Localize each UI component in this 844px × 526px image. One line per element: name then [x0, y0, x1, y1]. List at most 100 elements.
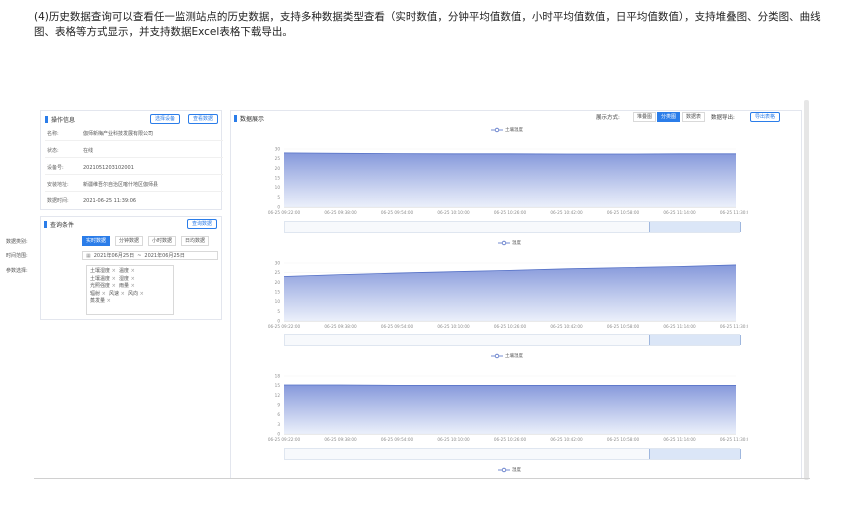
operation-info-title-text: 操作信息: [51, 117, 76, 124]
x-tick-label: 06-25 09:38:00: [324, 210, 357, 215]
chart-2-zoom-slider[interactable]: [284, 334, 741, 346]
x-tick-label: 06-25 10:58:00: [607, 210, 640, 215]
chart-3-zoom-slider[interactable]: [284, 448, 741, 460]
info-status-value: 在线: [83, 148, 94, 154]
info-status-row: 状态: 在线: [47, 147, 93, 154]
calendar-icon: ▦: [86, 252, 91, 259]
query-data-button[interactable]: 查询数据: [187, 219, 218, 229]
divider: [45, 191, 223, 192]
date-to-value: 2021年06月25日: [144, 253, 185, 259]
y-tick-label: 15: [275, 290, 281, 295]
x-tick-label: 06-25 09:54:00: [381, 324, 414, 329]
y-tick-label: 0: [277, 319, 280, 324]
info-time-row: 数据时间: 2021-06-25 11:39:06: [47, 197, 136, 204]
chart-3-plot: 0 3 6 9 12 15 18 06-25 09:22:00 06-25 09:38:00 06…: [268, 374, 748, 443]
remove-tag-icon[interactable]: ×: [112, 268, 116, 274]
mode-table-tab[interactable]: 数据表: [682, 112, 706, 122]
param-tag: 湿度: [119, 275, 130, 282]
y-tick-label: 10: [275, 299, 281, 304]
remove-tag-icon[interactable]: ×: [102, 291, 106, 297]
series-area: [284, 152, 736, 207]
x-tick-label: 06-25 10:10:00: [437, 210, 470, 215]
mode-category-tab[interactable]: 分类图: [657, 112, 681, 122]
zoom-selection-handle[interactable]: [649, 449, 741, 459]
legend-marker-icon: [498, 467, 510, 473]
title-marker-icon: [44, 221, 47, 228]
legend-marker-icon: [491, 127, 503, 133]
operation-info-panel: 操作信息 选择设备 查看数据 名称: 伽师新梅产业科技发展有限公司 状态: 在线 设…: [40, 110, 223, 210]
divider: [45, 174, 223, 175]
info-device-value: 2021051203102001: [83, 165, 134, 171]
info-device-key: 设备号:: [47, 165, 64, 171]
x-tick-label: 06-25 10:26:00: [494, 210, 527, 215]
param-tag: 土壤温度: [90, 275, 111, 282]
title-marker-icon: [45, 116, 48, 123]
x-tick-label: 06-25 10:26:00: [494, 437, 527, 442]
y-tick-label: 3: [277, 422, 280, 427]
x-tick-label: 06-25 10:42:00: [550, 437, 583, 442]
remove-tag-icon[interactable]: ×: [112, 283, 116, 289]
chart-2-plot: 0 5 10 15 20 25 30 06-25 09:22:00 06-25 09:38:00…: [268, 261, 748, 330]
remove-tag-icon[interactable]: ×: [112, 276, 116, 282]
chart-3-legend-text: 土壤湿度: [505, 354, 523, 359]
type-minute-tab[interactable]: 分钟数据: [115, 236, 144, 246]
param-select-box[interactable]: 土壤湿度 × 温度 × 土壤温度 × 湿度 × 光照强度 × 雨量 × 辐射 ×…: [86, 265, 174, 315]
x-tick-label: 06-25 11:14:00: [663, 437, 696, 442]
param-tag: 风向: [128, 290, 139, 297]
x-tick-label: 06-25 11:14:00: [663, 210, 696, 215]
x-tick-label: 06-25 11:30:00: [720, 210, 748, 215]
zoom-selection-handle[interactable]: [649, 335, 741, 345]
chart-1-legend[interactable]: 土壤温度: [491, 127, 523, 133]
chart-2-legend-text: 温度: [512, 241, 521, 246]
x-tick-label: 06-25 09:22:00: [268, 210, 301, 215]
x-tick-label: 06-25 10:42:00: [550, 324, 583, 329]
date-range-input[interactable]: ▦ 2021年06月25日 ~ 2021年06月25日: [82, 251, 218, 260]
remove-tag-icon[interactable]: ×: [107, 298, 111, 304]
chart-4-legend-text: 湿度: [512, 468, 521, 473]
y-tick-label: 20: [275, 280, 281, 285]
x-tick-label: 06-25 09:54:00: [381, 437, 414, 442]
export-table-button[interactable]: 导出表格: [750, 112, 781, 122]
chart-4-legend[interactable]: 湿度: [498, 467, 521, 473]
remove-tag-icon[interactable]: ×: [131, 283, 135, 289]
param-tag: 雨量: [119, 283, 130, 290]
param-row: 蒸发量 ×: [90, 298, 170, 306]
remove-tag-icon[interactable]: ×: [131, 268, 135, 274]
param-tag: 光照强度: [90, 283, 111, 290]
divider: [45, 157, 223, 158]
remove-tag-icon[interactable]: ×: [140, 291, 144, 297]
data-display-title: 数据展示: [234, 114, 264, 123]
chart-2-legend[interactable]: 温度: [498, 240, 521, 246]
type-realtime-tab[interactable]: 实时数据: [82, 236, 111, 246]
operation-info-title: 操作信息: [45, 115, 75, 124]
remove-tag-icon[interactable]: ×: [131, 276, 135, 282]
info-time-key: 数据时间:: [47, 198, 69, 204]
type-daily-tab[interactable]: 日均数据: [181, 236, 210, 246]
param-row: 光照强度 × 雨量 ×: [90, 283, 170, 291]
x-tick-label: 06-25 11:30:00: [720, 324, 748, 329]
info-address-value: 新疆维吾尔自治区喀什地区伽师县: [83, 182, 159, 188]
y-tick-label: 0: [277, 432, 280, 437]
chart-1-zoom-slider[interactable]: [284, 221, 741, 233]
x-tick-label: 06-25 11:30:00: [720, 437, 748, 442]
zoom-selection-handle[interactable]: [649, 222, 741, 232]
divider: [34, 478, 810, 479]
view-data-button[interactable]: 查看数据: [188, 114, 219, 124]
date-from-value: 2021年06月25日: [93, 253, 135, 259]
query-title: 查询条件: [44, 220, 74, 229]
select-device-button[interactable]: 选择设备: [150, 114, 181, 124]
query-title-text: 查询条件: [50, 222, 75, 229]
legend-marker-icon: [498, 240, 510, 246]
page-scrollbar[interactable]: [804, 100, 809, 480]
description-text: (4)历史数据查询可以查看任一监测站点的历史数据，支持多种数据类型查看（实时数值…: [34, 11, 821, 38]
legend-marker-icon: [491, 353, 503, 359]
info-name-value: 伽师新梅产业科技发展有限公司: [83, 131, 154, 137]
type-hour-tab[interactable]: 小时数据: [148, 236, 177, 246]
remove-tag-icon[interactable]: ×: [121, 291, 125, 297]
mode-stacked-tab[interactable]: 堆叠图: [633, 112, 657, 122]
chart-3-legend[interactable]: 土壤湿度: [491, 353, 523, 359]
info-name-row: 名称: 伽师新梅产业科技发展有限公司: [47, 130, 153, 137]
param-tag: 风速: [109, 290, 120, 297]
x-tick-label: 06-25 10:42:00: [550, 210, 583, 215]
y-tick-label: 6: [277, 412, 280, 417]
